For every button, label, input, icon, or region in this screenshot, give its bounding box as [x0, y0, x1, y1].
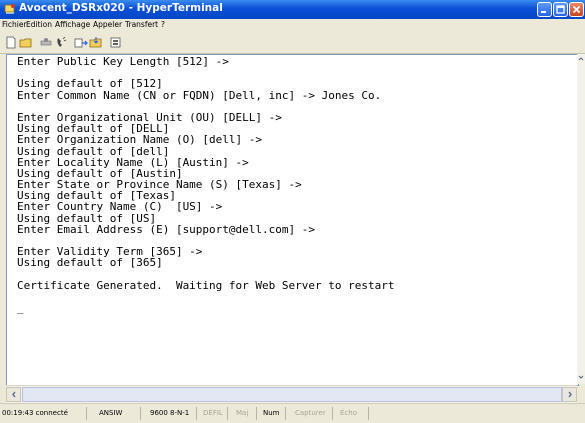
- status-emulation: ANSIW: [99, 409, 123, 417]
- scroll-up-icon[interactable]: [578, 56, 584, 62]
- menu-edition[interactable]: Edition: [26, 20, 52, 29]
- menu-affichage[interactable]: Affichage: [55, 20, 90, 29]
- scroll-right-button[interactable]: [562, 387, 577, 402]
- send-icon[interactable]: [74, 36, 88, 49]
- open-icon[interactable]: [19, 36, 33, 49]
- toolbar: [0, 33, 585, 54]
- horizontal-scroll-thumb[interactable]: [22, 387, 562, 402]
- status-bar: 00:19:43 connecté ANSIW 9600 8-N-1 DÉFIL…: [0, 403, 585, 423]
- terminal-area[interactable]: Enter Public Key Length [512] -> Using de…: [6, 54, 579, 386]
- status-num: Num: [263, 409, 280, 417]
- menu-bar: Fichier Edition Affichage Appeler Transf…: [0, 19, 585, 33]
- menu-appeler[interactable]: Appeler: [93, 20, 122, 29]
- terminal-line: Certificate Generated. Waiting for Web S…: [17, 278, 395, 292]
- terminal-line: Enter Email Address (E) [support@dell.co…: [17, 222, 316, 236]
- title-bar[interactable]: Avocent_DSRx020 - HyperTerminal: [0, 0, 585, 19]
- close-button[interactable]: [569, 2, 584, 17]
- maximize-icon: [556, 5, 565, 14]
- hyperterminal-app-icon: [4, 4, 15, 14]
- maximize-button[interactable]: [553, 2, 568, 17]
- status-caps: Maj: [236, 409, 249, 417]
- minimize-button[interactable]: [537, 2, 552, 17]
- properties-icon[interactable]: [109, 36, 123, 49]
- status-scroll: DÉFIL: [203, 409, 223, 417]
- vertical-scrollbar[interactable]: [577, 54, 585, 384]
- terminal-line: Enter Country Name (C) [US] ->: [17, 200, 223, 214]
- window-title: Avocent_DSRx020 - HyperTerminal: [19, 2, 223, 14]
- terminal-line: Using default of [365]: [17, 256, 163, 270]
- close-icon: [572, 5, 581, 14]
- menu-transfert[interactable]: Transfert: [125, 20, 158, 29]
- status-echo: Écho: [340, 409, 357, 417]
- hyperterminal-window: Avocent_DSRx020 - HyperTerminal Fichier …: [0, 0, 585, 423]
- terminal-line: Using default of [dell]: [17, 144, 170, 158]
- terminal-line: Enter Public Key Length [512] ->: [17, 55, 229, 68]
- minimize-icon: [541, 11, 546, 13]
- status-connected: 00:19:43 connecté: [2, 409, 68, 417]
- terminal-output: Enter Public Key Length [512] -> Using de…: [17, 55, 577, 315]
- terminal-line: Using default of [512]: [17, 77, 163, 91]
- status-settings: 9600 8-N-1: [150, 409, 190, 417]
- scroll-right-icon: [567, 391, 572, 398]
- new-icon[interactable]: [4, 36, 18, 49]
- receive-icon[interactable]: [89, 36, 103, 49]
- terminal-cursor: _: [17, 301, 24, 315]
- scroll-left-button[interactable]: [6, 387, 21, 402]
- terminal-line: Enter Organization Name (O) [dell] ->: [17, 133, 263, 147]
- menu-fichier[interactable]: Fichier: [2, 20, 27, 29]
- call-icon[interactable]: [54, 36, 68, 49]
- scroll-left-icon: [11, 391, 16, 398]
- horizontal-scrollbar[interactable]: [6, 385, 577, 403]
- disconnect-icon[interactable]: [39, 36, 53, 49]
- menu-help[interactable]: ?: [161, 20, 165, 29]
- terminal-line: Enter Common Name (CN or FQDN) [Dell, in…: [17, 88, 382, 102]
- status-capture: Capturer: [295, 409, 326, 417]
- scroll-down-icon[interactable]: [578, 374, 584, 380]
